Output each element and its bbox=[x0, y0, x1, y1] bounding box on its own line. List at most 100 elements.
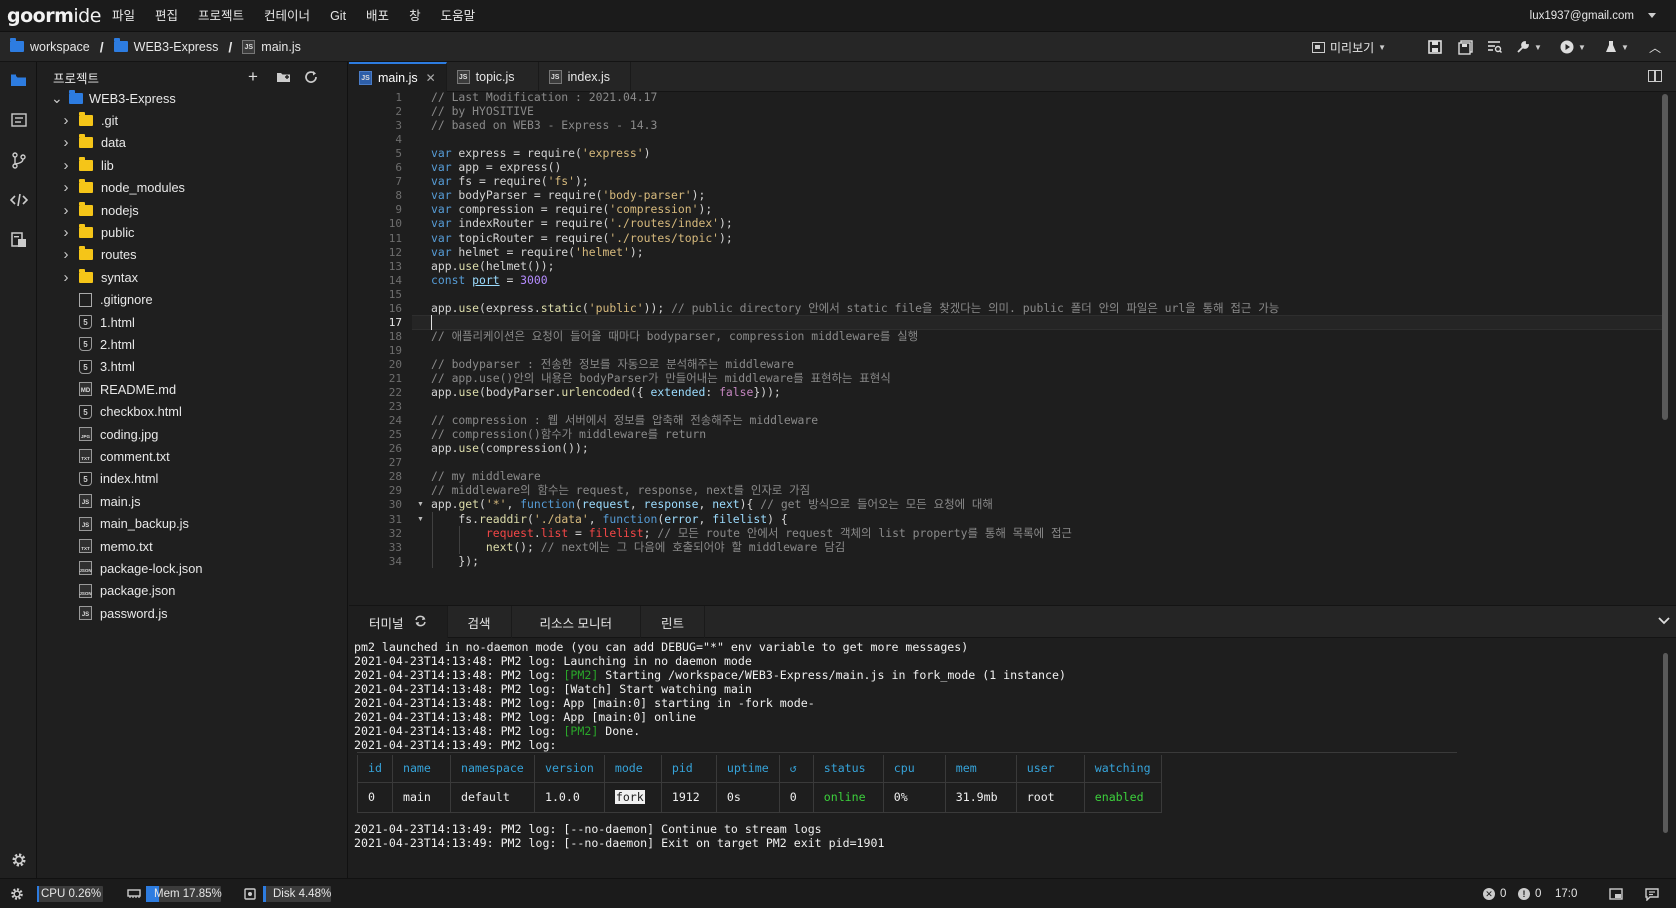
chevron-right-icon[interactable]: › bbox=[61, 134, 71, 151]
plugin-icon[interactable] bbox=[0, 222, 37, 258]
tab-resource-monitor[interactable]: 리소스 모니터 bbox=[512, 606, 642, 638]
tab-lint[interactable]: 린트 bbox=[641, 606, 706, 638]
pm2-column-header: cpu bbox=[882, 755, 946, 783]
tree-folder-item[interactable]: › routes bbox=[37, 243, 348, 267]
chevron-right-icon[interactable]: › bbox=[61, 179, 71, 196]
tree-file-item[interactable]: JS main.js bbox=[37, 489, 348, 513]
breadcrumb-toolbar: workspace / WEB3-Express / JS main.js 미리… bbox=[0, 32, 1676, 62]
tree-file-item[interactable]: JS main_backup.js bbox=[37, 512, 348, 536]
settings-gear-icon[interactable] bbox=[0, 842, 37, 878]
code-icon[interactable] bbox=[0, 182, 37, 218]
breadcrumb-project[interactable]: WEB3-Express bbox=[113, 38, 219, 54]
tree-folder-item[interactable]: › public bbox=[37, 220, 348, 244]
pm2-column-header: mode bbox=[603, 755, 662, 783]
menu-container[interactable]: 컨테이너 bbox=[254, 0, 320, 32]
line-number: 31 bbox=[388, 512, 402, 526]
menu-window[interactable]: 창 bbox=[399, 0, 431, 32]
preview-button[interactable]: 미리보기 ▼ bbox=[1312, 32, 1386, 62]
chevron-up-icon[interactable]: ︿ bbox=[1644, 32, 1666, 62]
git-branch-icon[interactable] bbox=[0, 142, 37, 178]
tree-file-item[interactable]: TXT memo.txt bbox=[37, 534, 348, 558]
tree-file-item[interactable]: JS password.js bbox=[37, 601, 348, 625]
terminal-refresh-icon[interactable] bbox=[414, 615, 427, 630]
line-number: 1 bbox=[395, 92, 402, 104]
chevron-right-icon[interactable]: › bbox=[61, 246, 71, 263]
breadcrumb-workspace[interactable]: workspace bbox=[0, 38, 90, 54]
code-editor[interactable]: 1 2 3 4 5 6 7 8 9 10 11 12 13 14 15 16 17 18 19 20 21 22 23 24 2… bbox=[349, 92, 1676, 605]
save-icon[interactable] bbox=[1424, 32, 1446, 62]
menu-project[interactable]: 프로젝트 bbox=[188, 0, 254, 32]
error-count[interactable]: ✕ 0 bbox=[1483, 879, 1506, 908]
tree-file-item[interactable]: 1.html bbox=[37, 310, 348, 334]
tree-folder-item[interactable]: › node_modules bbox=[37, 176, 348, 200]
tree-file-item[interactable]: index.html bbox=[37, 467, 348, 491]
menu-git[interactable]: Git bbox=[320, 0, 356, 32]
tree-folder-item[interactable]: › data bbox=[37, 131, 348, 155]
tab-search[interactable]: 검색 bbox=[448, 606, 512, 638]
tree-folder-item[interactable]: › syntax bbox=[37, 265, 348, 289]
fold-toggle-icon[interactable]: ▼ bbox=[417, 512, 424, 527]
run-icon[interactable]: ▼ bbox=[1556, 32, 1590, 62]
tree-root-folder[interactable]: ⌄ WEB3-Express bbox=[37, 86, 348, 110]
tree-folder-item[interactable]: › lib bbox=[37, 153, 348, 177]
menu-deploy[interactable]: 배포 bbox=[356, 0, 399, 32]
find-replace-icon[interactable] bbox=[1483, 32, 1505, 62]
chevron-right-icon[interactable]: › bbox=[61, 112, 71, 129]
outline-icon[interactable] bbox=[0, 102, 37, 138]
chevron-down-icon[interactable] bbox=[1648, 13, 1656, 18]
fold-toggle-icon[interactable]: ▼ bbox=[417, 497, 424, 512]
html-file-icon bbox=[79, 404, 92, 419]
project-explorer-icon[interactable] bbox=[0, 62, 37, 98]
chevron-right-icon[interactable]: › bbox=[61, 269, 71, 286]
editor-scrollbar[interactable] bbox=[1662, 94, 1668, 420]
tree-file-item[interactable]: checkbox.html bbox=[37, 400, 348, 424]
tree-folder-item[interactable]: › .git bbox=[37, 108, 348, 132]
chevron-down-icon[interactable]: ⌄ bbox=[51, 91, 63, 105]
code-line: const port = 3000 bbox=[431, 272, 548, 287]
save-all-icon[interactable] bbox=[1454, 32, 1476, 62]
tab-index-js[interactable]: JS index.js bbox=[539, 62, 631, 92]
settings-gear-icon[interactable] bbox=[10, 879, 24, 908]
build-tools-icon[interactable]: ▼ bbox=[1512, 32, 1546, 62]
breadcrumb-project-label: WEB3-Express bbox=[133, 39, 219, 54]
goormide-logo[interactable]: goormide bbox=[0, 5, 102, 27]
tree-file-item[interactable]: 3.html bbox=[37, 355, 348, 379]
tree-file-item[interactable]: JSON package.json bbox=[37, 579, 348, 603]
tree-folder-item[interactable]: › nodejs bbox=[37, 198, 348, 222]
layout-icon[interactable] bbox=[1609, 879, 1623, 908]
tree-item-label: index.html bbox=[100, 471, 159, 487]
tree-file-item[interactable]: MD README.md bbox=[37, 377, 348, 401]
chevron-right-icon[interactable]: › bbox=[61, 202, 71, 219]
terminal-scrollbar[interactable] bbox=[1663, 653, 1668, 833]
tree-file-item[interactable]: .gitignore bbox=[37, 288, 348, 312]
tab-topic-js[interactable]: JS topic.js bbox=[447, 62, 539, 92]
chat-icon[interactable] bbox=[1645, 879, 1659, 908]
menu-edit[interactable]: 편집 bbox=[145, 0, 188, 32]
chevron-down-icon[interactable] bbox=[1658, 614, 1670, 628]
tree-file-item[interactable]: JPG coding.jpg bbox=[37, 422, 348, 446]
close-icon[interactable]: ✕ bbox=[426, 71, 436, 85]
menu-file[interactable]: 파일 bbox=[102, 0, 145, 32]
line-number: 34 bbox=[388, 554, 402, 568]
terminal-output[interactable]: pm2 launched in no-daemon mode (you can … bbox=[349, 638, 1676, 878]
tree-file-item[interactable]: TXT comment.txt bbox=[37, 444, 348, 468]
breadcrumb-file[interactable]: JS main.js bbox=[242, 39, 301, 54]
chevron-right-icon[interactable]: › bbox=[61, 157, 71, 174]
cursor-position[interactable]: 17:0 bbox=[1555, 879, 1577, 908]
chevron-right-icon[interactable]: › bbox=[61, 224, 71, 241]
warning-count[interactable]: ! 0 bbox=[1518, 879, 1541, 908]
line-number: 4 bbox=[395, 133, 402, 147]
cpu-usage: CPU 0.26% bbox=[41, 879, 101, 908]
menu-help[interactable]: 도움말 bbox=[431, 0, 486, 32]
code-line: // compression : 웹 서버에서 정보를 압축해 전송해주는 mi… bbox=[431, 413, 819, 428]
user-account-email[interactable]: lux1937@gmail.com bbox=[1530, 0, 1634, 32]
folder-icon bbox=[79, 111, 93, 126]
tree-file-item[interactable]: 2.html bbox=[37, 332, 348, 356]
tree-item-label: 2.html bbox=[100, 336, 135, 352]
terminal-line: 2021-04-23T14:13:48: PM2 log: [Watch] St… bbox=[354, 682, 752, 696]
test-flask-icon[interactable]: ▼ bbox=[1600, 32, 1634, 62]
tab-terminal[interactable]: 터미널 bbox=[349, 606, 448, 638]
tree-file-item[interactable]: JSON package-lock.json bbox=[37, 556, 348, 580]
split-editor-icon[interactable] bbox=[1648, 70, 1662, 82]
tab-main-js[interactable]: JS main.js ✕ bbox=[349, 62, 447, 92]
